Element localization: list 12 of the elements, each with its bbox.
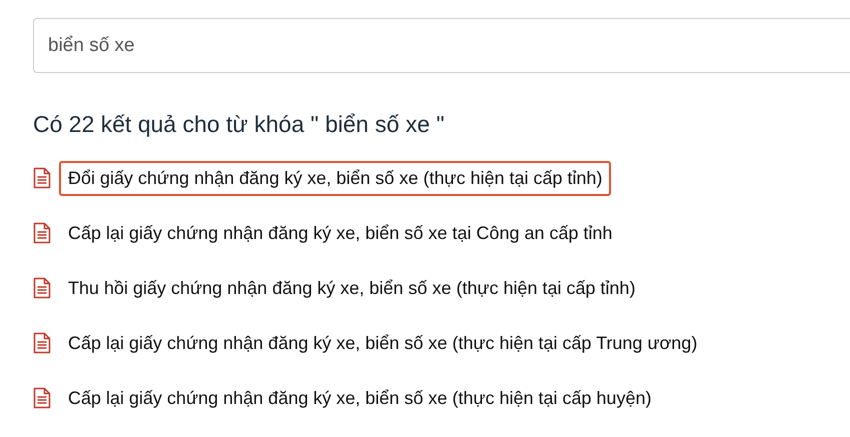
search-field[interactable]: biển số xe [33,18,850,73]
results-heading: Có 22 kết quả cho từ khóa " biển số xe " [33,110,446,139]
result-link[interactable]: Cấp lại giấy chứng nhận đăng ký xe, biển số xe (thực hiện tại cấp huyện) [59,380,660,416]
result-link[interactable]: Thu hồi giấy chứng nhận đăng ký xe, biển số xe (thực hiện tại cấp tỉnh) [59,270,644,306]
result-link[interactable]: Cấp lại giấy chứng nhận đăng ký xe, biển số xe tại Công an cấp tỉnh [59,216,622,250]
result-link[interactable]: Đổi giấy chứng nhận đăng ký xe, biển số xe (thực hiện tại cấp tỉnh) [59,160,612,196]
result-link[interactable]: Cấp lại giấy chứng nhận đăng ký xe, biển số xe (thực hiện tại cấp Trung ương) [59,326,706,360]
document-icon [33,222,51,244]
document-icon [33,277,51,299]
document-icon [33,167,51,189]
document-icon [33,387,51,409]
document-icon [33,332,51,354]
